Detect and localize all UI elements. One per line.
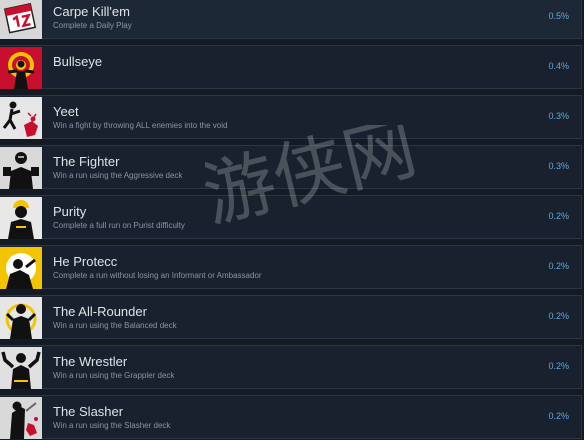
achievement-description: Win a run using the Balanced deck [53, 321, 177, 330]
achievement-percent: 0.2% [548, 411, 569, 421]
achievement-description: Win a run using the Aggressive deck [53, 171, 183, 180]
achievement-row[interactable]: The Fighter Win a run using the Aggressi… [0, 145, 582, 189]
achievement-title: Carpe Kill'em [53, 4, 130, 19]
achievement-percent: 0.2% [548, 361, 569, 371]
achievement-percent: 0.3% [548, 111, 569, 121]
achievement-row[interactable]: Bullseye 0.4% [0, 45, 582, 89]
all-rounder-icon [0, 297, 42, 339]
achievement-percent: 0.5% [548, 11, 569, 21]
achievement-row[interactable]: The Wrestler Win a run using the Grapple… [0, 345, 582, 389]
calendar-day-icon [0, 0, 42, 39]
slasher-icon [0, 397, 42, 439]
target-figure-icon [0, 47, 42, 89]
achievement-title: Bullseye [53, 54, 103, 69]
achievement-title: The All-Rounder [53, 304, 147, 319]
achievement-description: Complete a run without losing an Informa… [53, 271, 262, 280]
fighter-icon [0, 147, 42, 189]
protector-icon [0, 247, 42, 289]
throw-icon [0, 97, 42, 139]
achievement-title: The Fighter [53, 154, 120, 169]
achievement-row[interactable]: Purity Complete a full run on Purist dif… [0, 195, 582, 239]
achievement-title: Yeet [53, 104, 79, 119]
achievement-list: Carpe Kill'em Complete a Daily Play 0.5%… [0, 0, 584, 440]
achievement-percent: 0.3% [548, 161, 569, 171]
achievement-percent: 0.4% [548, 61, 569, 71]
achievement-description: Complete a Daily Play [53, 21, 132, 30]
achievement-description: Win a run using the Slasher deck [53, 421, 171, 430]
achievement-description: Win a fight by throwing ALL enemies into… [53, 121, 228, 130]
achievement-percent: 0.2% [548, 211, 569, 221]
achievement-row[interactable]: He Protecc Complete a run without losing… [0, 245, 582, 289]
wrestler-icon [0, 347, 42, 389]
achievement-title: Purity [53, 204, 87, 219]
achievement-description: Complete a full run on Purist difficulty [53, 221, 185, 230]
achievement-row[interactable]: Carpe Kill'em Complete a Daily Play 0.5% [0, 0, 582, 39]
achievement-title: The Wrestler [53, 354, 128, 369]
purist-icon [0, 197, 42, 239]
achievement-description: Win a run using the Grappler deck [53, 371, 175, 380]
achievement-percent: 0.2% [548, 261, 569, 271]
achievement-title: The Slasher [53, 404, 124, 419]
achievement-row[interactable]: The Slasher Win a run using the Slasher … [0, 395, 582, 439]
achievement-row[interactable]: The All-Rounder Win a run using the Bala… [0, 295, 582, 339]
achievement-percent: 0.2% [548, 311, 569, 321]
achievement-row[interactable]: Yeet Win a fight by throwing ALL enemies… [0, 95, 582, 139]
achievement-title: He Protecc [53, 254, 118, 269]
